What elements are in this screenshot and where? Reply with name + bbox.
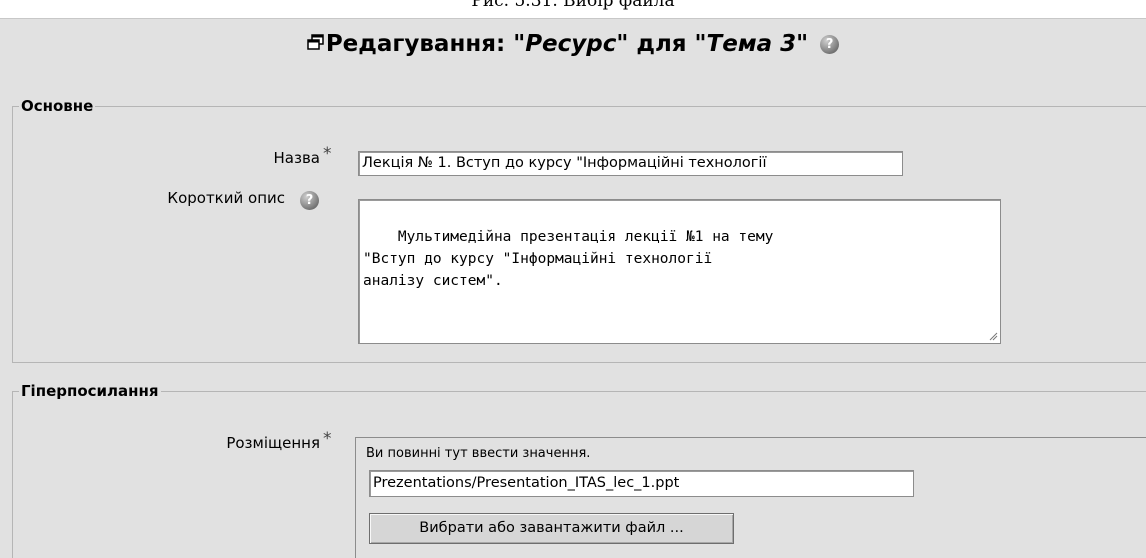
page-title: Редагування: "Ресурс" для "Тема 3" ? [0,31,1146,57]
summary-help-icon[interactable]: ? [300,191,319,210]
help-icon[interactable]: ? [820,35,840,54]
caption-text: Рис. 5.31. Вибір файла [471,0,675,11]
name-label: Назва [273,149,320,167]
summary-text: Мультимедійна презентація лекції №1 на т… [363,229,774,289]
summary-textarea[interactable]: Мультимедійна презентація лекції №1 на т… [358,199,1001,344]
resize-grip-icon[interactable] [988,331,998,341]
title-suffix: " [796,31,809,57]
name-input[interactable]: Лекція № 1. Вступ до курсу "Інформаційні… [358,151,903,176]
title-middle: " для " [616,31,707,57]
name-required-mark: * [323,144,332,164]
location-input[interactable]: Prezentations/Presentation_ITAS_lec_1.pp… [369,470,914,497]
location-required-mark: * [323,429,332,449]
title-resource: Ресурс [525,31,617,57]
edit-form-panel: Редагування: "Ресурс" для "Тема 3" ? Осн… [0,18,1146,558]
summary-label: Короткий опис [167,189,285,207]
general-legend: Основне [21,97,94,115]
choose-file-button[interactable]: Вибрати або завантажити файл ... [369,513,734,544]
figure-caption: Рис. 5.31. Вибір файла [0,0,1146,18]
location-label: Розміщення [226,434,320,452]
hyperlink-legend: Гіперпосилання [21,382,159,400]
title-prefix: Редагування: " [325,31,526,57]
location-error-text: Ви повинні тут ввести значення. [366,446,591,461]
location-error-box: Ви повинні тут ввести значення. Prezenta… [355,437,1146,558]
title-topic: Тема 3 [706,31,797,57]
window-icon [307,32,325,50]
